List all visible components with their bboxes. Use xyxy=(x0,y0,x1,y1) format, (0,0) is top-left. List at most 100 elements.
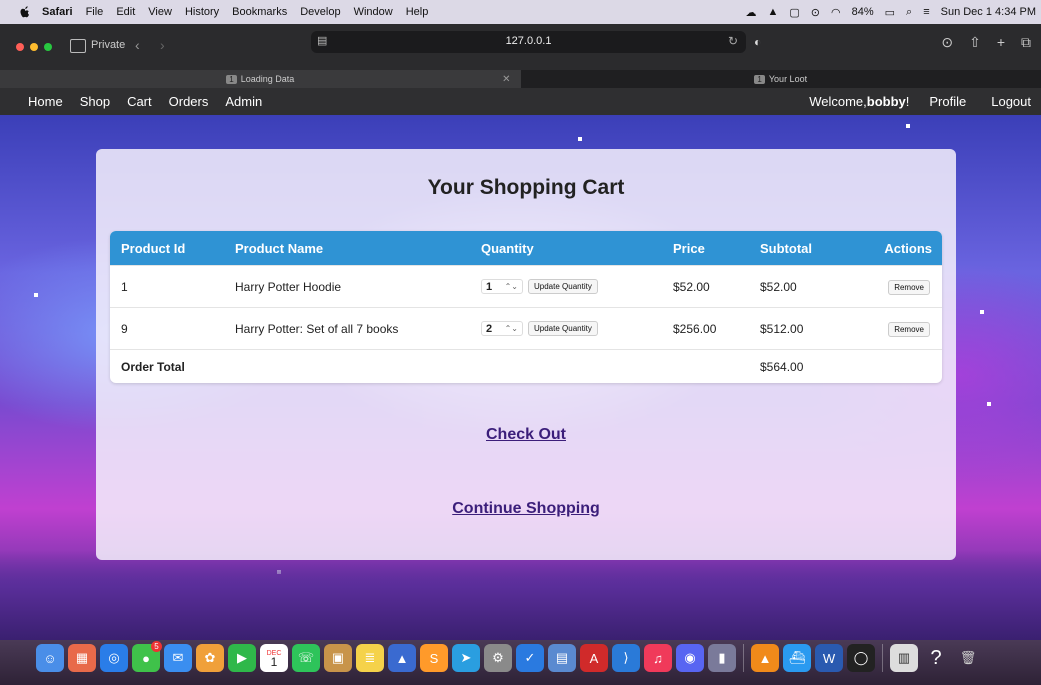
close-window-button[interactable] xyxy=(16,43,24,51)
cell-quantity: 2 ⌃⌄ Update Quantity xyxy=(470,307,662,350)
screen-mirror-icon[interactable]: ▢ xyxy=(789,6,799,19)
messages-icon[interactable]: ● 5 xyxy=(132,641,162,672)
cell-price: $52.00 xyxy=(662,265,749,308)
forward-icon[interactable]: › xyxy=(160,37,165,53)
stepper-arrows-icon[interactable]: ⌃⌄ xyxy=(505,282,518,291)
tab-overview-icon[interactable]: ⧉ xyxy=(1021,34,1031,51)
cell-product-name: Harry Potter: Set of all 7 books xyxy=(224,307,470,350)
cell-product-id: 1 xyxy=(110,265,224,308)
reload-icon[interactable]: ↻ xyxy=(728,34,738,48)
vlc-status-icon[interactable]: ▲ xyxy=(767,6,778,18)
menu-help[interactable]: Help xyxy=(406,6,429,18)
spotlight-search-icon[interactable]: ⌕ xyxy=(906,6,912,19)
word-icon[interactable]: W xyxy=(815,644,843,672)
app-icon[interactable]: ▮ xyxy=(708,644,736,672)
nav-home[interactable]: Home xyxy=(28,94,63,109)
continue-shopping-link[interactable]: Continue Shopping xyxy=(96,500,956,518)
close-tab-icon[interactable]: ✕ xyxy=(502,74,510,85)
cell-product-id: 9 xyxy=(110,307,224,350)
stepper-arrows-icon[interactable]: ⌃⌄ xyxy=(505,324,518,333)
github-icon[interactable]: ◯ xyxy=(847,644,875,672)
order-total-empty-cell xyxy=(849,349,942,383)
calendar-icon[interactable]: DEC 1 xyxy=(260,644,288,672)
dock-separator xyxy=(743,644,744,672)
apple-logo-icon[interactable] xyxy=(18,5,32,19)
finder-icon[interactable]: ☺ xyxy=(36,644,64,672)
play-icon[interactable]: ⊙ xyxy=(811,6,820,19)
facetime-icon[interactable]: ▶ xyxy=(228,644,256,672)
remove-button[interactable]: Remove xyxy=(888,321,930,337)
nav-admin[interactable]: Admin xyxy=(225,94,262,109)
matlab-icon[interactable]: ▲ xyxy=(388,644,416,672)
order-total-label: Order Total xyxy=(110,349,749,383)
checkout-link[interactable]: Check Out xyxy=(96,426,956,444)
nav-cart[interactable]: Cart xyxy=(127,94,152,109)
photos-icon[interactable]: ✿ xyxy=(196,644,224,672)
menu-view[interactable]: View xyxy=(148,6,172,18)
cell-subtotal: $52.00 xyxy=(749,265,850,308)
nav-shop[interactable]: Shop xyxy=(80,94,110,109)
trash-icon[interactable]: 🗑 xyxy=(954,644,982,672)
page-title: Your Shopping Cart xyxy=(427,176,625,199)
back-icon[interactable]: ‹ xyxy=(135,37,140,53)
acrobat-icon[interactable]: A xyxy=(580,644,608,672)
window-controls xyxy=(16,43,52,51)
tab-loading-data[interactable]: 1 Loading Data ✕ xyxy=(0,70,521,88)
tab-your-loot[interactable]: 1 Your Loot xyxy=(521,70,1041,88)
whatsapp-icon[interactable]: ☏ xyxy=(292,644,320,672)
vpn-icon[interactable]: ✓ xyxy=(516,644,544,672)
pixel-star xyxy=(578,137,582,141)
battery-icon[interactable]: ▭ xyxy=(885,6,895,19)
creative-cloud-icon[interactable]: ☁ xyxy=(745,6,756,19)
header-quantity: Quantity xyxy=(470,231,662,266)
menu-app-name[interactable]: Safari xyxy=(42,6,73,18)
safari-toolbar: Private ‹ › ▤ 127.0.0.1 ↻ ◐ ⊙ ⇧ + ⧉ xyxy=(0,24,1041,70)
menu-bookmarks[interactable]: Bookmarks xyxy=(232,6,287,18)
system-settings-icon[interactable]: ⚙ xyxy=(484,644,512,672)
nav-logout[interactable]: Logout xyxy=(991,94,1031,109)
menu-develop[interactable]: Develop xyxy=(300,6,340,18)
menu-history[interactable]: History xyxy=(185,6,219,18)
contacts-icon[interactable]: ▣ xyxy=(324,644,352,672)
new-tab-icon[interactable]: + xyxy=(997,34,1005,51)
order-total-value: $564.00 xyxy=(749,349,850,383)
address-bar[interactable]: ▤ 127.0.0.1 ↻ xyxy=(311,31,746,53)
quantity-controls: 2 ⌃⌄ Update Quantity xyxy=(481,321,598,337)
clock[interactable]: Sun Dec 1 4:34 PM xyxy=(941,6,1036,18)
notes-icon[interactable]: ≣ xyxy=(356,644,384,672)
discord-icon[interactable]: ◉ xyxy=(676,644,704,672)
username: bobby xyxy=(866,94,906,109)
welcome-prefix: Welcome, xyxy=(809,94,867,109)
remove-button[interactable]: Remove xyxy=(888,279,930,295)
downloads-icon[interactable]: ⊙ xyxy=(941,34,953,51)
menu-window[interactable]: Window xyxy=(354,6,393,18)
wifi-icon[interactable]: ◠ xyxy=(831,6,841,19)
launchpad-icon[interactable]: ▦ xyxy=(68,644,96,672)
preview-icon[interactable]: ▤ xyxy=(548,644,576,672)
docker-icon[interactable]: ⛴ xyxy=(783,644,811,672)
menu-file[interactable]: File xyxy=(86,6,104,18)
minimize-window-button[interactable] xyxy=(30,43,38,51)
sublime-text-icon[interactable]: S xyxy=(420,644,448,672)
vscode-icon[interactable]: ⟩ xyxy=(612,644,640,672)
zoom-window-button[interactable] xyxy=(44,43,52,51)
quantity-stepper[interactable]: 1 ⌃⌄ xyxy=(481,279,523,295)
safari-icon[interactable]: ◎ xyxy=(100,644,128,672)
update-quantity-button[interactable]: Update Quantity xyxy=(528,279,598,295)
control-center-icon[interactable]: ≡ xyxy=(923,6,929,18)
sidebar-toggle-icon[interactable] xyxy=(70,39,86,53)
help-icon[interactable]: ? xyxy=(922,644,950,672)
downloads-stack-icon[interactable]: ▥ xyxy=(890,644,918,672)
privacy-shield-icon[interactable]: ◐ xyxy=(754,35,761,49)
nav-orders[interactable]: Orders xyxy=(169,94,209,109)
order-total-row: Order Total $564.00 xyxy=(110,349,942,383)
nav-profile[interactable]: Profile xyxy=(929,94,966,109)
music-icon[interactable]: ♫ xyxy=(644,644,672,672)
vlc-icon[interactable]: ▲ xyxy=(751,644,779,672)
mail-icon[interactable]: ✉ xyxy=(164,644,192,672)
menu-edit[interactable]: Edit xyxy=(116,6,135,18)
share-icon[interactable]: ⇧ xyxy=(969,34,981,51)
telegram-icon[interactable]: ➤ xyxy=(452,644,480,672)
update-quantity-button[interactable]: Update Quantity xyxy=(528,321,598,337)
quantity-stepper[interactable]: 2 ⌃⌄ xyxy=(481,321,523,337)
